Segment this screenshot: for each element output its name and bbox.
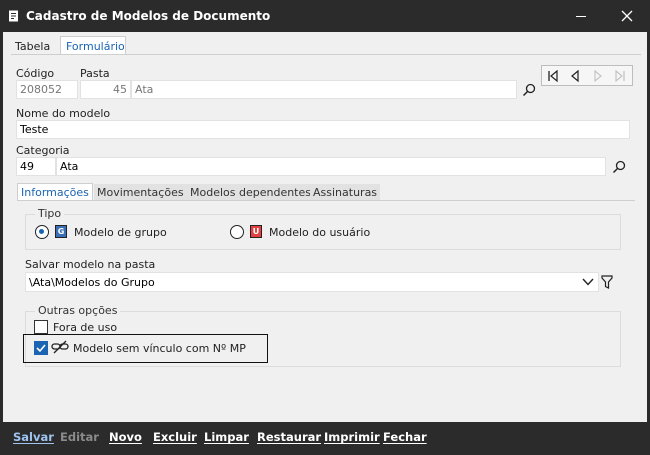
first-record-icon[interactable] [546,69,560,83]
close-window-button[interactable] [604,0,650,32]
salvar-button[interactable]: Salvar [13,430,54,444]
modelo-usuario-label[interactable]: Modelo do usuário [269,226,370,239]
user-badge-icon: U [250,225,262,238]
tab-modelos-dependentes[interactable]: Modelos dependentes [187,184,314,201]
categoria-name-input[interactable]: Ata [56,157,606,176]
nome-modelo-input[interactable]: Teste [16,120,630,139]
last-record-icon[interactable] [613,69,627,83]
editar-button[interactable]: Editar [60,430,99,444]
sub-tab-divider [17,200,635,201]
modelo-grupo-radio[interactable] [35,225,49,239]
window-title: Cadastro de Modelos de Documento [26,9,271,23]
pasta-search-icon[interactable] [522,83,536,97]
outras-opcoes-title: Outras opções [35,304,121,317]
next-record-icon[interactable] [591,69,605,83]
minimize-button[interactable] [558,0,604,32]
codigo-field[interactable]: 208052 [16,80,78,99]
form-window: Tabela Formulário Código 208052 Pasta 45… [3,32,647,422]
categoria-label: Categoria [16,144,70,157]
tab-divider [11,54,641,55]
excluir-button[interactable]: Excluir [153,430,197,444]
codigo-label: Código [16,67,55,80]
close-icon [621,10,633,22]
tab-assinaturas[interactable]: Assinaturas [310,184,381,201]
tab-formulario[interactable]: Formulário [60,36,126,55]
previous-record-icon[interactable] [568,69,582,83]
categoria-search-icon[interactable] [612,160,626,174]
fora-de-uso-checkbox[interactable] [34,320,48,334]
salvar-pasta-value: \Ata\Modelos do Grupo [29,276,155,289]
imprimir-button[interactable]: Imprimir [324,430,380,444]
nome-modelo-label: Nome do modelo [16,107,111,120]
title-bar: Cadastro de Modelos de Documento [0,0,650,32]
restaurar-button[interactable]: Restaurar [257,430,321,444]
chevron-down-icon [582,278,594,286]
fechar-button[interactable]: Fechar [383,430,427,444]
app-icon [9,10,18,22]
sem-vinculo-checkbox[interactable] [34,341,48,355]
record-navigator [541,65,633,86]
unlink-chain-icon [51,340,69,354]
categoria-code-input[interactable]: 49 [16,157,56,176]
limpar-button[interactable]: Limpar [204,430,249,444]
tab-informacoes[interactable]: Informações [17,183,93,201]
group-badge-icon: G [55,225,67,238]
modelo-usuario-radio[interactable] [230,225,244,239]
filter-icon[interactable] [600,274,614,290]
sem-vinculo-label[interactable]: Modelo sem vínculo com Nº MP [73,342,246,355]
modelo-grupo-label[interactable]: Modelo de grupo [74,226,167,239]
tab-tabela[interactable]: Tabela [11,38,55,55]
novo-button[interactable]: Novo [109,430,142,444]
fora-de-uso-label[interactable]: Fora de uso [53,321,117,334]
action-toolbar: Salvar Editar Novo Excluir Limpar Restau… [3,422,647,452]
salvar-pasta-select[interactable]: \Ata\Modelos do Grupo [25,272,599,292]
pasta-code-field[interactable]: 45 [80,80,131,99]
pasta-name-field[interactable]: Ata [131,80,517,99]
pasta-label: Pasta [80,67,110,80]
tipo-group-title: Tipo [35,207,65,220]
checkmark-icon [36,344,46,353]
tab-movimentacoes[interactable]: Movimentações [94,184,187,201]
salvar-pasta-label: Salvar modelo na pasta [25,258,156,271]
